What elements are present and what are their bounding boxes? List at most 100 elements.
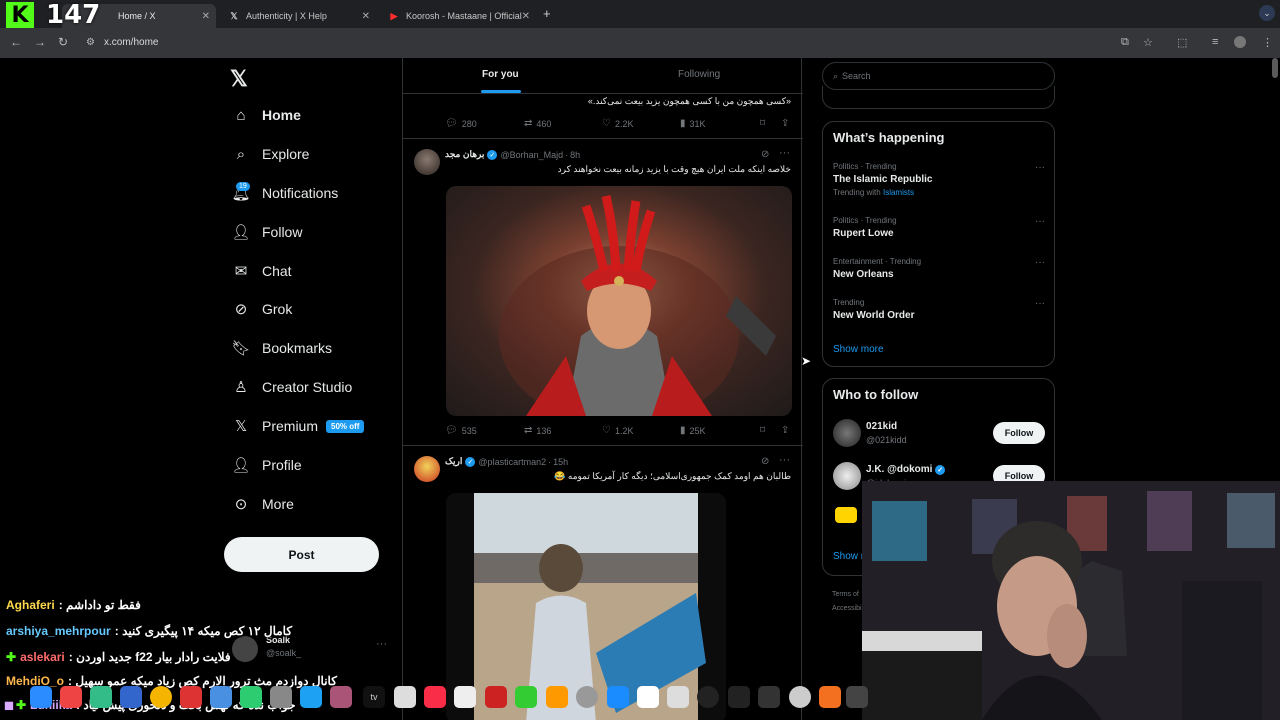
tab-following[interactable]: Following: [678, 69, 720, 80]
appletv-icon[interactable]: tv: [363, 686, 385, 708]
app-icon[interactable]: [728, 686, 750, 708]
calendar-icon[interactable]: [454, 686, 476, 708]
views-button[interactable]: ▮ 31K: [680, 118, 706, 129]
follow-suggestion[interactable]: 021kid @021kidd Follow: [833, 419, 1045, 451]
author-name[interactable]: برهان مجد: [445, 149, 484, 160]
tab-search-icon[interactable]: ⌄: [1259, 5, 1275, 21]
sidebar-item-premium[interactable]: 𝕏 Premium 50% off: [232, 417, 365, 435]
reload-icon[interactable]: ↻: [58, 35, 68, 49]
trend-link[interactable]: Islamists: [883, 188, 914, 197]
app-icon[interactable]: [846, 686, 868, 708]
sidebar-item-home[interactable]: ⌂ Home: [232, 106, 300, 124]
close-tab-icon[interactable]: ✕: [362, 11, 370, 22]
trend-item[interactable]: Politics · Trending The Islamic Republic…: [833, 162, 1045, 197]
grok-icon[interactable]: ⊘: [761, 456, 769, 467]
browser-tab-authenticity[interactable]: 𝕏 Authenticity | X Help ✕: [220, 4, 376, 28]
flstudio-icon[interactable]: [819, 686, 841, 708]
more-icon[interactable]: ···: [1035, 298, 1045, 309]
numbers-icon[interactable]: [515, 686, 537, 708]
footer-link[interactable]: Terms of: [832, 588, 862, 602]
site-info-icon[interactable]: ⚙: [86, 37, 95, 48]
more-icon[interactable]: ···: [1035, 162, 1045, 173]
sidebar-item-profile[interactable]: 👤︎ Profile: [231, 456, 301, 474]
reply-button[interactable]: 💬︎ 280: [445, 118, 477, 129]
trend-item[interactable]: Politics · Trending Rupert Lowe ···: [833, 216, 1045, 239]
bookmark-star-icon[interactable]: ☆: [1143, 36, 1153, 49]
pages-icon[interactable]: [546, 686, 568, 708]
repost-button[interactable]: ⇄ 136: [524, 425, 551, 436]
more-icon[interactable]: ···: [1035, 216, 1045, 227]
share-button[interactable]: ⇪: [781, 425, 793, 436]
tab-for-you[interactable]: For you: [482, 69, 519, 80]
show-more-link[interactable]: Show more: [833, 344, 884, 355]
sidebar-item-grok[interactable]: ⊘ Grok: [232, 300, 293, 318]
author-handle[interactable]: @plasticartman2: [478, 457, 546, 467]
app-icon[interactable]: [697, 686, 719, 708]
app-icon[interactable]: [485, 686, 507, 708]
share-button[interactable]: ⇪: [781, 118, 793, 129]
post-button[interactable]: Post: [224, 537, 379, 572]
follow-button[interactable]: Follow: [993, 422, 1045, 444]
sidebar-item-creator-studio[interactable]: ♙ Creator Studio: [232, 378, 352, 396]
appstore-icon[interactable]: [607, 686, 629, 708]
x-logo-icon[interactable]: 𝕏: [230, 66, 248, 92]
trend-item[interactable]: Trending New World Order ···: [833, 298, 1045, 321]
install-icon[interactable]: ⧉: [1121, 36, 1129, 49]
more-icon[interactable]: ···: [779, 147, 790, 159]
author-handle[interactable]: @Borhan_Majd: [500, 150, 563, 160]
app-icon[interactable]: [789, 686, 811, 708]
launchpad-icon[interactable]: [60, 686, 82, 708]
sidebar-item-chat[interactable]: ✉ Chat: [232, 262, 292, 280]
browser-tab-youtube[interactable]: ▶ Koorosh - Mastaane | Official ✕: [380, 4, 536, 28]
app-icon[interactable]: [270, 686, 292, 708]
bookmark-button[interactable]: ⌑: [760, 118, 769, 129]
app-icon[interactable]: [180, 686, 202, 708]
chrome-icon[interactable]: [150, 686, 172, 708]
sidebar-item-explore[interactable]: ⌕ Explore: [232, 145, 310, 163]
bookmark-button[interactable]: ⌑: [760, 425, 769, 436]
notion-icon[interactable]: [637, 686, 659, 708]
menu-icon[interactable]: ⋮: [1262, 36, 1273, 49]
app-icon[interactable]: [90, 686, 112, 708]
back-icon[interactable]: ←: [10, 35, 22, 49]
finder-icon[interactable]: [30, 686, 52, 708]
profile-avatar[interactable]: [1234, 36, 1246, 48]
footer-link[interactable]: Accessibi: [832, 602, 862, 616]
extensions-icon[interactable]: ⬚: [1177, 36, 1187, 49]
tweet-time[interactable]: 15h: [553, 457, 568, 467]
music-icon[interactable]: [424, 686, 446, 708]
close-tab-icon[interactable]: ✕: [522, 11, 530, 22]
settings-icon[interactable]: [576, 686, 598, 708]
tweet-image[interactable]: [446, 186, 792, 416]
views-button[interactable]: ▮ 25K: [680, 425, 706, 436]
like-button[interactable]: ♡ 1.2K: [602, 425, 633, 436]
calendar-icon[interactable]: [667, 686, 689, 708]
url-field[interactable]: x.com/home: [104, 37, 158, 48]
safari-icon[interactable]: [120, 686, 142, 708]
grok-icon[interactable]: ⊘: [761, 149, 769, 160]
sidebar-item-bookmarks[interactable]: 🔖︎ Bookmarks: [231, 339, 332, 357]
app-icon[interactable]: [210, 686, 232, 708]
app-icon[interactable]: [300, 686, 322, 708]
avatar[interactable]: [414, 149, 440, 175]
close-tab-icon[interactable]: ✕: [202, 11, 210, 22]
facetime-icon[interactable]: [240, 686, 262, 708]
trend-item[interactable]: Entertainment · Trending New Orleans ···: [833, 257, 1045, 280]
app-icon[interactable]: [758, 686, 780, 708]
sidebar-item-more[interactable]: ⊙ More: [232, 495, 294, 513]
scrollbar[interactable]: [1272, 58, 1278, 78]
repost-button[interactable]: ⇄ 460: [524, 118, 551, 129]
more-icon[interactable]: ···: [779, 454, 790, 466]
forward-icon[interactable]: →: [34, 35, 46, 49]
media-icon[interactable]: ≡: [1212, 36, 1218, 48]
tweet-time[interactable]: 8h: [570, 150, 580, 160]
notes-icon[interactable]: [394, 686, 416, 708]
sidebar-item-follow[interactable]: 👤︎ Follow: [231, 223, 302, 241]
like-button[interactable]: ♡ 2.2K: [602, 118, 633, 129]
avatar[interactable]: [414, 456, 440, 482]
app-icon[interactable]: [330, 686, 352, 708]
new-tab-button[interactable]: +: [543, 6, 551, 21]
author-name[interactable]: اریک: [445, 456, 462, 467]
more-icon[interactable]: ···: [1035, 257, 1045, 268]
reply-button[interactable]: 💬︎ 535: [445, 425, 477, 436]
